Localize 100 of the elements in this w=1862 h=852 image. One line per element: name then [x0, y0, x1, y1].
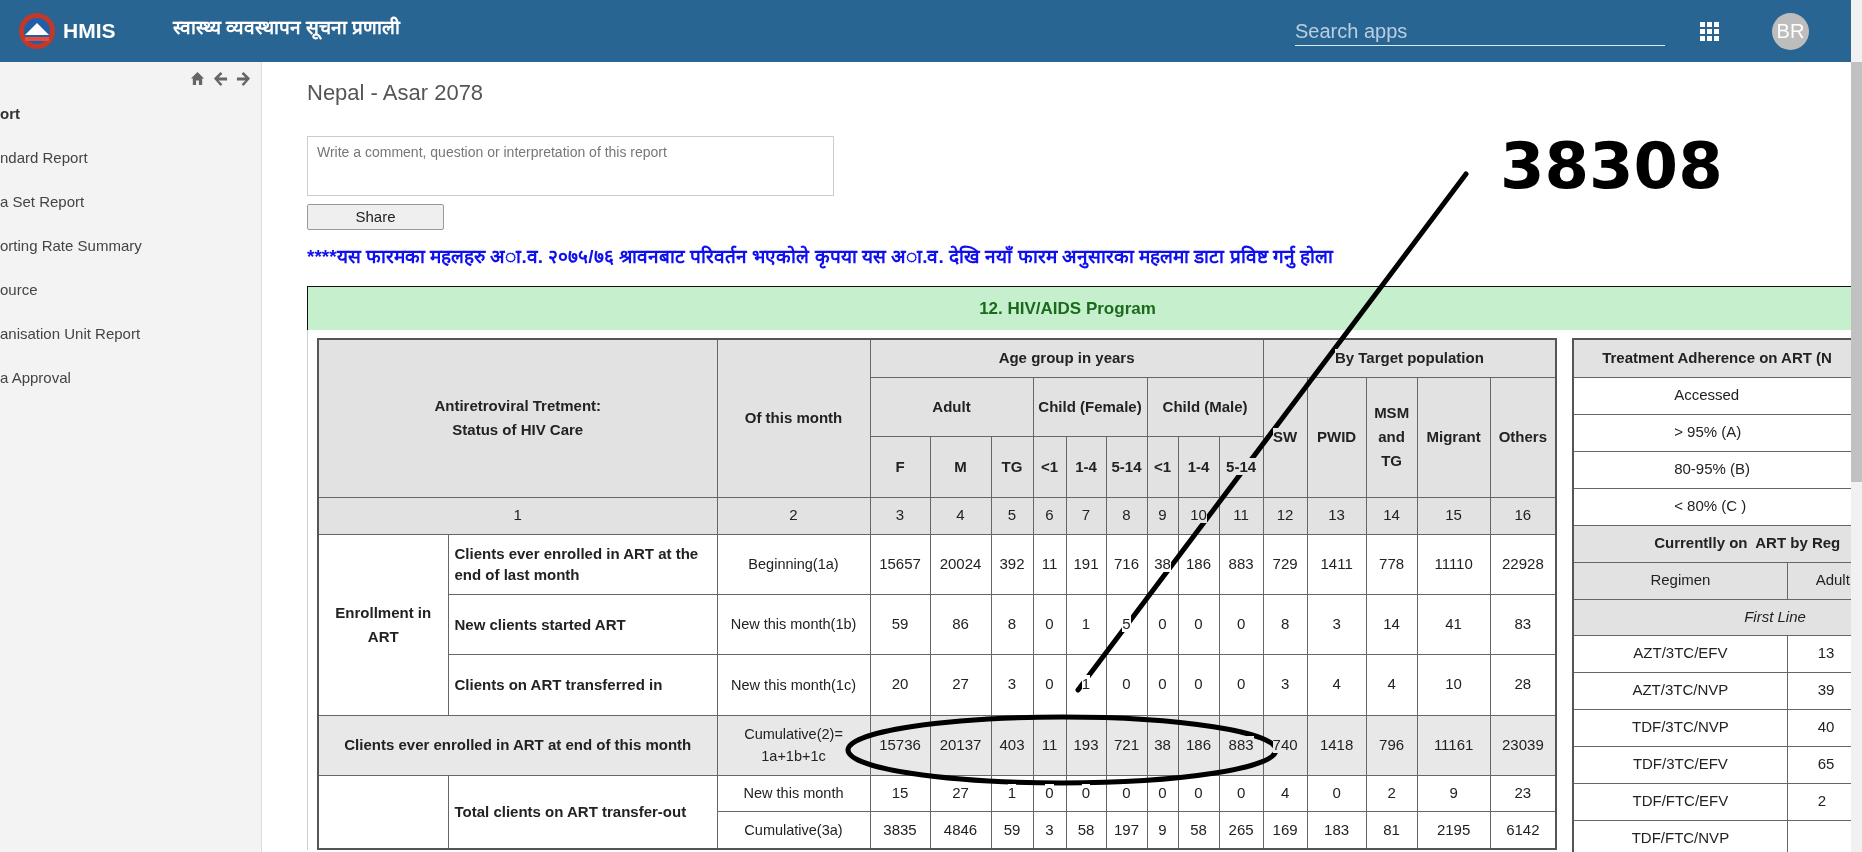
table-cell: 22928 — [1490, 534, 1557, 594]
table-cell: TDF/3TC/NVP — [1573, 709, 1788, 746]
table-cell: 23039 — [1490, 715, 1557, 775]
column-header: F — [870, 436, 930, 497]
table-cell: 392 — [991, 534, 1033, 594]
table-cell: 0 — [1219, 775, 1264, 811]
column-number: 12 — [1263, 497, 1308, 534]
table-cell: 10 — [1417, 654, 1491, 715]
column-header: Child (Female) — [1033, 377, 1147, 436]
sidebar-link[interactable]: anisation Unit Report — [0, 322, 141, 346]
column-header: Regimen — [1573, 562, 1788, 599]
column-number: 16 — [1490, 497, 1557, 534]
search-field[interactable]: Search apps — [1295, 16, 1665, 46]
apps-grid-icon[interactable] — [1700, 21, 1719, 41]
table-cell: 28 — [1490, 654, 1557, 715]
table-cell: 9 — [1417, 775, 1491, 811]
column-header: Antiretroviral Tretment: Status of HIV Care — [318, 339, 717, 497]
sidebar-link[interactable]: a Set Report — [0, 190, 85, 214]
table-cell: 2 — [1366, 775, 1418, 811]
column-header: 1-4 — [1066, 436, 1106, 497]
period-cell: Cumulative(2)= 1a+1b+1c — [717, 715, 870, 775]
table-cell: 8 — [991, 594, 1033, 654]
page-title: Nepal - Asar 2078 — [307, 79, 485, 107]
table-cell: 11 — [1033, 534, 1066, 594]
forward-arrow-icon[interactable] — [236, 71, 251, 86]
share-button[interactable]: Share — [307, 204, 444, 230]
table-cell: 183 — [1307, 811, 1367, 849]
notice-text: ****यस फारमका महलहरु अ◌ा.व. २०७५/७६ श्रावनबाट परिवर्तन भएकोले कृपया यस अ◌ा.व. देखि नयाँ फारम अनुसारका महलमा डाटा प्रविष्ट गर्नु होला — [307, 244, 1335, 271]
table-cell: 20 — [870, 654, 930, 715]
scrollbar-thumb[interactable] — [1851, 62, 1862, 482]
table-cell: 0 — [1033, 594, 1066, 654]
table-cell: 83 — [1490, 594, 1557, 654]
column-number: 15 — [1417, 497, 1491, 534]
table-cell: 0 — [1106, 654, 1147, 715]
column-header: Migrant — [1417, 377, 1491, 497]
table-cell: 4846 — [930, 811, 991, 849]
emblem-icon — [17, 11, 57, 51]
table-cell: 11110 — [1417, 534, 1491, 594]
table-cell: 716 — [1106, 534, 1147, 594]
column-header: PWID — [1307, 377, 1367, 497]
period-cell: Beginning(1a) — [717, 534, 870, 594]
table-cell: 778 — [1366, 534, 1418, 594]
table-cell: 23 — [1490, 775, 1557, 811]
table-cell: TDF/3TC/EFV — [1573, 746, 1788, 783]
table-cell: 1 — [1066, 594, 1106, 654]
group-label: Enrollment in ART — [318, 534, 448, 715]
row-label: Clients ever enrolled in ART at the end of last month — [448, 534, 717, 594]
column-header: TG — [991, 436, 1033, 497]
sidebar-link[interactable]: orting Rate Summary — [0, 234, 142, 258]
table-cell: 15657 — [870, 534, 930, 594]
scrollbar[interactable] — [1851, 0, 1862, 852]
period-cell: New this month(1c) — [717, 654, 870, 715]
table-cell: 81 — [1366, 811, 1418, 849]
table-cell: 729 — [1263, 534, 1308, 594]
table-cell: 14 — [1366, 594, 1418, 654]
table-cell: 6142 — [1490, 811, 1557, 849]
table-cell: 3 — [1263, 654, 1308, 715]
back-arrow-icon[interactable] — [213, 71, 228, 86]
column-header: MSM and TG — [1366, 377, 1418, 497]
table-cell: 15 — [870, 775, 930, 811]
table-cell: 4 — [1366, 654, 1418, 715]
table-cell: 0 — [1219, 654, 1264, 715]
table-cell: AZT/3TC/EFV — [1573, 635, 1788, 672]
table-cell: 265 — [1219, 811, 1264, 849]
table-cell: 796 — [1366, 715, 1418, 775]
table-cell: 0 — [1033, 654, 1066, 715]
column-header: Child (Male) — [1147, 377, 1264, 436]
period-cell: New this month(1b) — [717, 594, 870, 654]
column-number: 2 — [717, 497, 870, 534]
table-cell: 0 — [1219, 594, 1264, 654]
table-cell: 197 — [1106, 811, 1147, 849]
sidebar-link[interactable]: a Approval — [0, 366, 71, 390]
column-header: 1-4 — [1178, 436, 1219, 497]
table-cell: 27 — [930, 654, 991, 715]
row-label: Total clients on ART transfer-out — [448, 775, 717, 849]
table-cell: 59 — [991, 811, 1033, 849]
annotation-number: 38308 — [1500, 128, 1723, 204]
table-cell: 41 — [1417, 594, 1491, 654]
column-number: 7 — [1066, 497, 1106, 534]
app-title: स्वास्थ्य व्यवस्थापन सूचना प्रणाली — [172, 15, 401, 42]
table-cell: AZT/3TC/NVP — [1573, 672, 1788, 709]
row-label: New clients started ART — [448, 594, 717, 654]
period-cell: New this month — [717, 775, 870, 811]
home-icon[interactable] — [190, 71, 205, 86]
sidebar-link[interactable]: ource — [0, 278, 38, 302]
column-header: M — [930, 436, 991, 497]
table-cell: 3 — [991, 654, 1033, 715]
sidebar-link[interactable]: ndard Report — [0, 146, 88, 170]
table-cell: 11161 — [1417, 715, 1491, 775]
table-cell: 86 — [930, 594, 991, 654]
comment-field[interactable]: Write a comment, question or interpretation of this report — [307, 136, 834, 196]
row-label: Clients on ART transferred in — [448, 654, 717, 715]
sidebar-heading: ort — [0, 103, 20, 124]
column-number: 13 — [1307, 497, 1367, 534]
table-cell: 20024 — [930, 534, 991, 594]
table-cell: 0 — [1307, 775, 1367, 811]
column-number: 1 — [318, 497, 717, 534]
table-cell: 2195 — [1417, 811, 1491, 849]
table-cell: 58 — [1178, 811, 1219, 849]
table-cell: 58 — [1066, 811, 1106, 849]
